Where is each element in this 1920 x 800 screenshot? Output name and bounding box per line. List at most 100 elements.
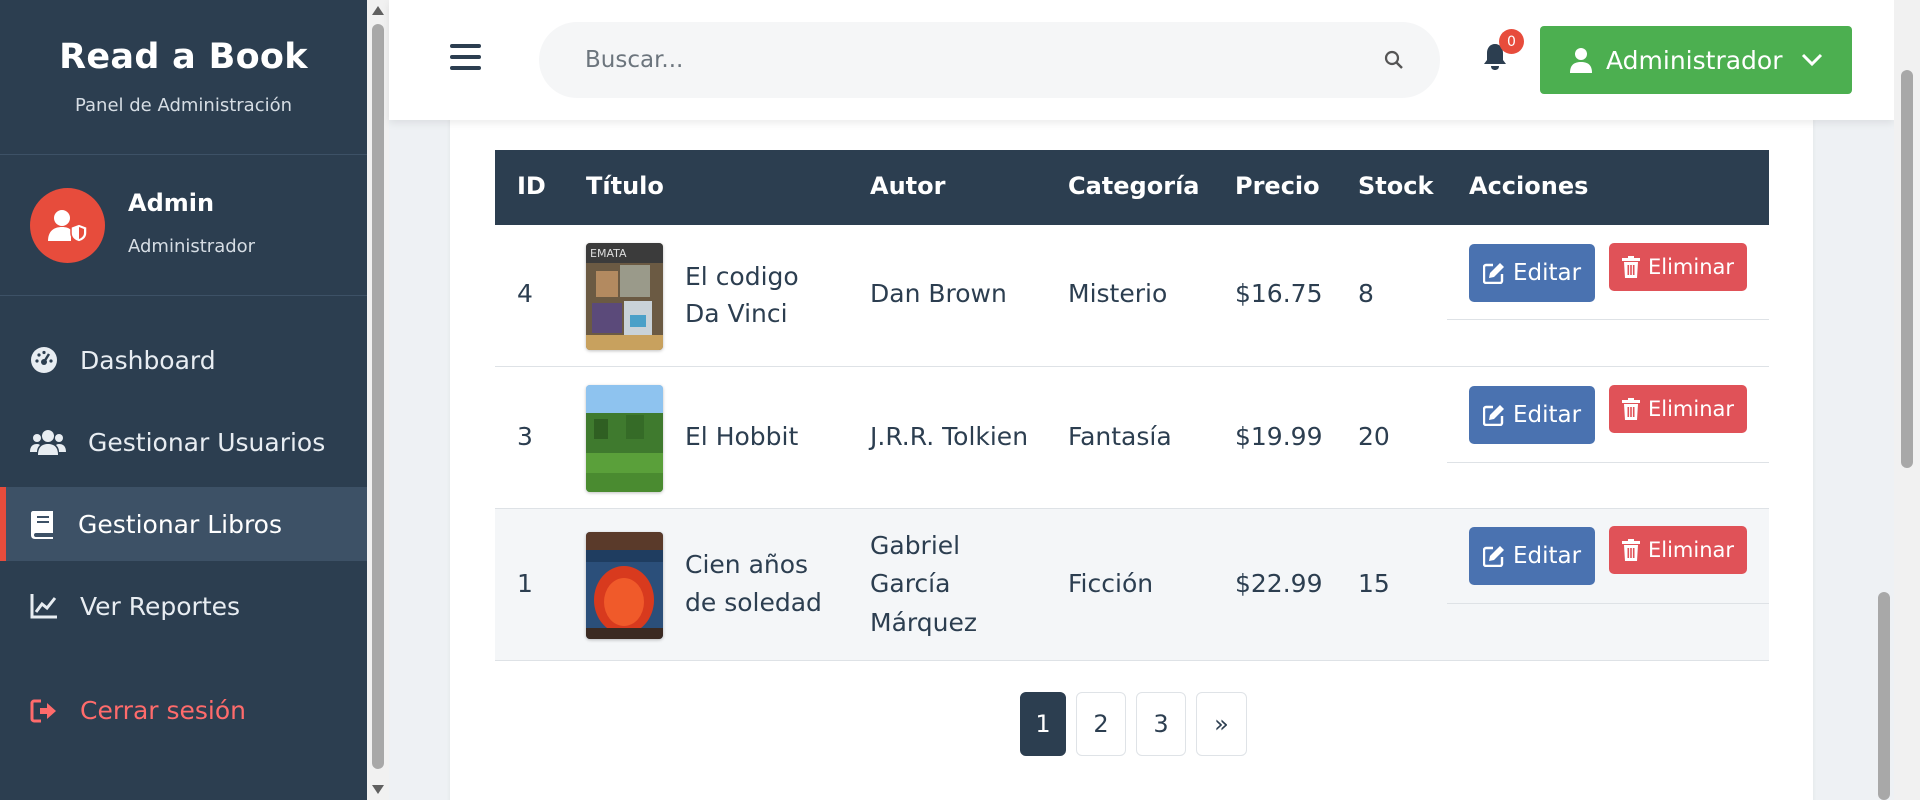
search-bar bbox=[539, 22, 1440, 98]
cell-author-line: Márquez bbox=[870, 608, 977, 637]
sidebar-item-label: Gestionar Libros bbox=[78, 509, 283, 539]
page-link-2[interactable]: 2 bbox=[1076, 692, 1126, 756]
cell-category: Fantasía bbox=[1068, 422, 1172, 451]
delete-button[interactable]: Eliminar bbox=[1609, 243, 1747, 291]
delete-label: Eliminar bbox=[1647, 255, 1735, 279]
scrollbar-thumb[interactable] bbox=[1901, 70, 1913, 468]
trash-icon bbox=[1621, 398, 1640, 420]
book-icon bbox=[31, 511, 53, 539]
cell-price: $22.99 bbox=[1235, 569, 1323, 598]
cell-id: 4 bbox=[517, 279, 533, 308]
header-category: Categoría bbox=[1068, 172, 1200, 200]
profile-role: Administrador bbox=[128, 236, 256, 257]
divider bbox=[1447, 462, 1769, 463]
search-icon[interactable] bbox=[1384, 50, 1404, 70]
edit-icon bbox=[1482, 405, 1504, 426]
profile-name: Admin bbox=[128, 189, 215, 217]
table-row: 3 El Hobbit J.R.R. Tolkien Fantasía $19.… bbox=[495, 367, 1769, 509]
user-shield-icon bbox=[47, 209, 88, 243]
brand: Read a Book Panel de Administración bbox=[0, 0, 367, 155]
sidebar-item-label: Gestionar Usuarios bbox=[88, 427, 326, 457]
cell-stock: 20 bbox=[1358, 422, 1390, 451]
cell-price: $16.75 bbox=[1235, 279, 1323, 308]
scrollbar-thumb[interactable] bbox=[372, 24, 384, 769]
logout-icon bbox=[30, 699, 56, 722]
edit-label: Editar bbox=[1512, 402, 1582, 428]
user-profile: Admin Administrador bbox=[0, 155, 367, 296]
cell-title-line: Cien años bbox=[685, 550, 809, 579]
gauge-icon bbox=[31, 347, 57, 373]
table-row: 4 EMATA El codigo Da Vinci Dan Brown Mis… bbox=[495, 225, 1769, 367]
page-scrollbar[interactable] bbox=[1894, 0, 1920, 800]
top-bar: 0 Administrador bbox=[389, 0, 1894, 120]
delete-button[interactable]: Eliminar bbox=[1609, 526, 1747, 574]
brand-title: Read a Book bbox=[59, 37, 308, 77]
pagination: 1 2 3 » bbox=[1020, 692, 1257, 756]
chart-line-icon bbox=[30, 594, 57, 619]
brand-subtitle: Panel de Administración bbox=[74, 95, 293, 116]
header-stock: Stock bbox=[1358, 172, 1434, 200]
sidebar-item-dashboard[interactable]: Dashboard bbox=[0, 323, 367, 397]
sidebar-item-books[interactable]: Gestionar Libros bbox=[0, 487, 367, 561]
menu-toggle-icon[interactable] bbox=[450, 44, 481, 70]
cell-author-line: García bbox=[870, 569, 951, 598]
cell-id: 3 bbox=[517, 422, 533, 451]
cell-title-line: El Hobbit bbox=[685, 422, 799, 451]
header-title: Título bbox=[586, 172, 664, 200]
delete-label: Eliminar bbox=[1647, 397, 1735, 421]
user-menu-label: Administrador bbox=[1606, 45, 1783, 75]
cell-category: Ficción bbox=[1068, 569, 1154, 598]
chevron-down-icon bbox=[1801, 53, 1822, 67]
sidebar-item-reports[interactable]: Ver Reportes bbox=[0, 569, 367, 643]
logout-label: Cerrar sesión bbox=[80, 696, 247, 725]
cell-id: 1 bbox=[517, 569, 533, 598]
cell-author: J.R.R. Tolkien bbox=[870, 422, 1029, 451]
sidebar-item-label: Ver Reportes bbox=[80, 591, 241, 621]
trash-icon bbox=[1621, 539, 1640, 561]
header-price: Precio bbox=[1235, 172, 1320, 200]
logout-link[interactable]: Cerrar sesión bbox=[30, 696, 246, 725]
sidebar-item-users[interactable]: Gestionar Usuarios bbox=[0, 405, 367, 479]
sidebar-item-label: Dashboard bbox=[80, 345, 216, 375]
divider bbox=[1447, 319, 1769, 320]
book-cover-image: EMATA bbox=[586, 243, 663, 350]
cell-title-line: Da Vinci bbox=[685, 299, 788, 328]
page-link-1[interactable]: 1 bbox=[1020, 692, 1066, 756]
search-input[interactable] bbox=[539, 22, 1319, 98]
table-row: 1 Cien años de soledad Gabriel García Má… bbox=[495, 509, 1769, 661]
cell-price: $19.99 bbox=[1235, 422, 1323, 451]
avatar bbox=[30, 188, 105, 263]
edit-button[interactable]: Editar bbox=[1469, 386, 1595, 444]
books-table: ID Título Autor Categoría Precio Stock A… bbox=[495, 150, 1769, 661]
book-cover-image bbox=[586, 385, 663, 492]
edit-button[interactable]: Editar bbox=[1469, 527, 1595, 585]
delete-button[interactable]: Eliminar bbox=[1609, 385, 1747, 433]
edit-label: Editar bbox=[1512, 260, 1582, 286]
users-icon bbox=[30, 430, 66, 455]
page-link-3[interactable]: 3 bbox=[1136, 692, 1186, 756]
content-scrollbar-thumb[interactable] bbox=[1878, 592, 1890, 800]
cell-stock: 8 bbox=[1358, 279, 1374, 308]
table-header: ID Título Autor Categoría Precio Stock A… bbox=[495, 150, 1769, 225]
cell-category: Misterio bbox=[1068, 279, 1168, 308]
edit-label: Editar bbox=[1512, 543, 1582, 569]
header-actions: Acciones bbox=[1469, 172, 1589, 200]
edit-icon bbox=[1482, 263, 1504, 284]
header-id: ID bbox=[517, 172, 546, 200]
cell-title-line: de soledad bbox=[685, 588, 822, 617]
notification-badge: 0 bbox=[1499, 29, 1524, 54]
cell-author-line: Gabriel bbox=[870, 531, 961, 560]
sidebar-scrollbar[interactable] bbox=[367, 0, 389, 800]
scroll-down-arrow-icon[interactable] bbox=[372, 785, 384, 794]
next-page-link[interactable]: » bbox=[1196, 692, 1247, 756]
header-author: Autor bbox=[870, 172, 946, 200]
sidebar-nav: Dashboard Gestionar Usuarios Gestionar L… bbox=[0, 323, 367, 651]
edit-button[interactable]: Editar bbox=[1469, 244, 1595, 302]
cell-author: Dan Brown bbox=[870, 279, 1007, 308]
user-menu-button[interactable]: Administrador bbox=[1540, 26, 1852, 94]
delete-label: Eliminar bbox=[1647, 538, 1735, 562]
cell-title-line: El codigo bbox=[685, 262, 799, 291]
book-cover-image bbox=[586, 532, 663, 639]
edit-icon bbox=[1482, 546, 1504, 567]
scroll-up-arrow-icon[interactable] bbox=[372, 6, 384, 15]
